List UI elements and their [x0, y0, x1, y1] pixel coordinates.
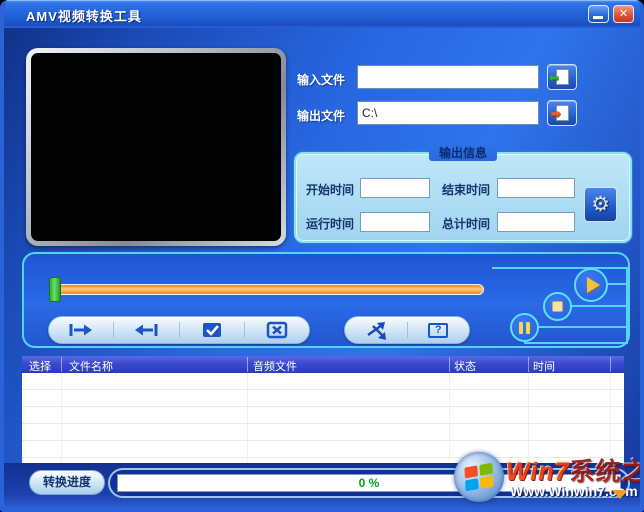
- connector-line: [492, 267, 628, 269]
- connector-line: [626, 267, 628, 344]
- grid-line: [247, 373, 248, 463]
- play-button[interactable]: [574, 268, 608, 302]
- output-info-title: 输出信息: [429, 144, 497, 161]
- minimize-icon: [593, 16, 603, 19]
- column-divider[interactable]: [247, 357, 248, 372]
- close-icon: ✕: [619, 8, 628, 20]
- windows-logo-icon: [454, 452, 504, 502]
- stop-button[interactable]: [543, 292, 572, 321]
- brand-en: Win7: [506, 458, 570, 486]
- app-window: AMV视频转换工具 ✕ 输入文件 ⬅ 输出文件 ➡ 输出信息 开始时间 结束时间…: [0, 0, 644, 512]
- total-time-field[interactable]: [497, 212, 575, 232]
- browse-output-button[interactable]: ➡: [547, 100, 577, 126]
- grid-line: [449, 373, 450, 463]
- table-row[interactable]: [22, 407, 624, 424]
- grid-line: [61, 373, 62, 463]
- video-preview-frame: [26, 48, 286, 246]
- input-file-field[interactable]: [357, 65, 539, 89]
- convert-toolbar: ?: [344, 316, 470, 344]
- output-file-label: 输出文件: [297, 107, 345, 124]
- column-divider[interactable]: [610, 357, 611, 372]
- pause-icon: [519, 322, 530, 334]
- file-table-header[interactable]: 选择 文件名称 音频文件 状态 时间: [22, 356, 624, 373]
- minimize-button[interactable]: [588, 5, 609, 23]
- stop-icon: [552, 301, 563, 312]
- end-time-field[interactable]: [497, 178, 575, 198]
- play-icon: [587, 277, 600, 293]
- connector-line: [524, 342, 628, 344]
- input-file-label: 输入文件: [297, 71, 345, 88]
- skip-to-end-icon: [131, 322, 161, 338]
- settings-button[interactable]: ⚙: [584, 187, 617, 222]
- convert-progress-button[interactable]: 转换进度: [29, 470, 105, 495]
- brand-cn: 系统之家: [570, 458, 644, 486]
- close-button[interactable]: ✕: [613, 5, 634, 23]
- export-file-icon: ➡: [556, 105, 569, 121]
- checkbox-x-icon: [266, 321, 288, 339]
- column-divider[interactable]: [61, 357, 62, 372]
- help-icon: ?: [428, 323, 448, 338]
- player-panel: ?: [22, 252, 630, 348]
- connector-line: [536, 326, 628, 328]
- table-row[interactable]: [22, 424, 624, 441]
- help-button[interactable]: ?: [408, 317, 470, 343]
- run-time-label: 运行时间: [306, 215, 354, 232]
- seek-slider-track[interactable]: [51, 284, 484, 295]
- edit-toolbar: [48, 316, 310, 344]
- col-audiofile[interactable]: 音频文件: [253, 358, 297, 374]
- output-info-group: 输出信息 开始时间 结束时间 运行时间 总计时间 ⚙: [294, 152, 632, 243]
- watermark: Win7系统之家 Www.Winwin7.com: [452, 450, 644, 508]
- col-status[interactable]: 状态: [454, 358, 476, 374]
- checkbox-check-icon: [201, 321, 223, 339]
- end-time-label: 结束时间: [442, 181, 490, 198]
- mark-end-button[interactable]: [114, 317, 178, 343]
- titlebar[interactable]: AMV视频转换工具 ✕: [0, 0, 644, 28]
- window-title: AMV视频转换工具: [26, 6, 142, 25]
- browse-input-button[interactable]: ⬅: [547, 64, 577, 90]
- mark-start-button[interactable]: [49, 317, 113, 343]
- video-preview-screen: [31, 53, 281, 241]
- gear-icon: ⚙: [591, 193, 610, 216]
- col-time[interactable]: 时间: [533, 358, 555, 374]
- table-row[interactable]: [22, 373, 624, 390]
- total-time-label: 总计时间: [442, 215, 490, 232]
- convert-button[interactable]: [345, 317, 407, 343]
- import-file-icon: ⬅: [556, 69, 569, 85]
- output-file-field[interactable]: [357, 101, 539, 125]
- cancel-selection-button[interactable]: [245, 317, 309, 343]
- watermark-arrow-icon: [612, 490, 628, 499]
- col-filename[interactable]: 文件名称: [69, 358, 113, 374]
- col-select[interactable]: 选择: [29, 358, 51, 374]
- run-time-field[interactable]: [360, 212, 430, 232]
- column-divider[interactable]: [528, 357, 529, 372]
- start-time-label: 开始时间: [306, 181, 354, 198]
- start-time-field[interactable]: [360, 178, 430, 198]
- swap-arrows-icon: [363, 320, 389, 340]
- seek-slider-thumb[interactable]: [49, 277, 61, 302]
- connector-line: [569, 305, 628, 307]
- confirm-selection-button[interactable]: [180, 317, 244, 343]
- pause-button[interactable]: [510, 313, 539, 342]
- skip-to-start-icon: [66, 322, 96, 338]
- column-divider[interactable]: [449, 357, 450, 372]
- table-row[interactable]: [22, 390, 624, 407]
